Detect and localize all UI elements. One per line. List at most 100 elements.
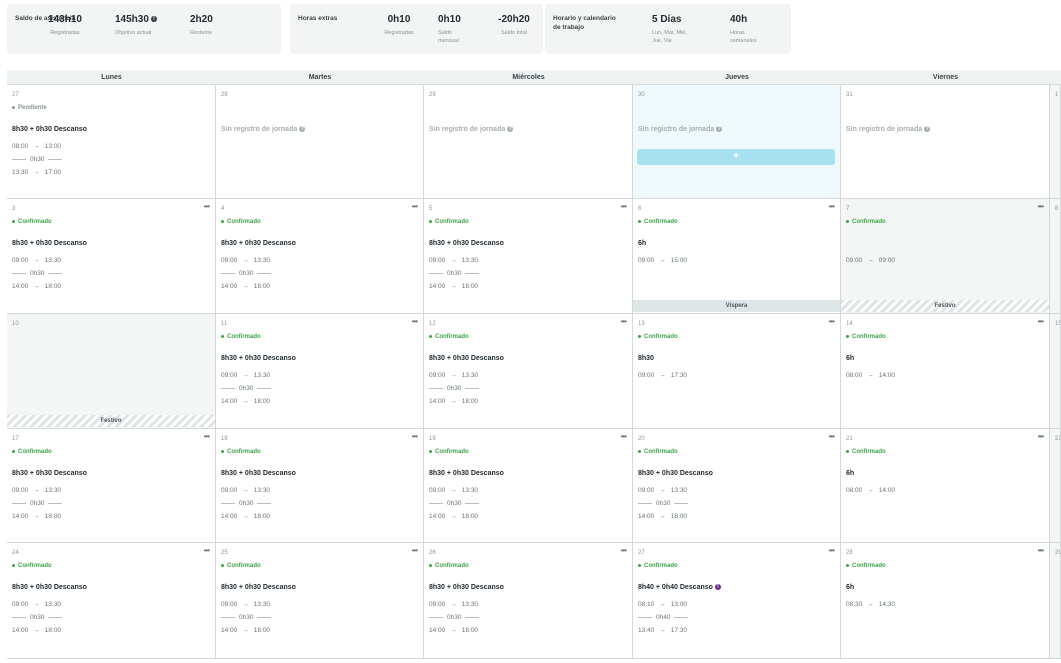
more-options-icon[interactable]: ••• xyxy=(621,546,627,555)
status-dot-icon xyxy=(429,219,432,223)
more-options-icon[interactable]: ••• xyxy=(829,317,835,326)
start-time: 14:00 xyxy=(12,513,29,520)
day-number: 15 xyxy=(1055,321,1060,327)
help-icon[interactable]: ? xyxy=(299,126,306,133)
status-dot-icon xyxy=(12,219,15,223)
day-cell[interactable]: 19 ••• Confirmado 8h30 + 0h30 Descanso 09:00… xyxy=(424,429,633,543)
day-cell[interactable]: 21 ••• Confirmado 6h 08:00 → 14:00 xyxy=(841,429,1050,543)
day-number: 10 xyxy=(12,321,19,327)
day-cell[interactable]: 11 ••• Confirmado 8h30 + 0h30 Descanso 09:00… xyxy=(216,314,424,429)
more-options-icon[interactable]: ••• xyxy=(412,432,418,441)
day-cell[interactable]: 8 xyxy=(1050,199,1061,314)
schedule-days-label: Lun, Mar, Mié, Jue, Vie xyxy=(652,30,687,44)
more-options-icon[interactable]: ••• xyxy=(412,546,418,555)
start-time: 14:00 xyxy=(12,283,29,290)
arrow-right-icon: → xyxy=(33,601,40,608)
day-cell[interactable]: 22 xyxy=(1050,429,1061,543)
more-options-icon[interactable]: ••• xyxy=(829,202,835,211)
day-cell[interactable]: 3 ••• Confirmado 8h30 + 0h30 Descanso 09:00 →… xyxy=(7,199,216,314)
end-time: 18:00 xyxy=(253,627,271,634)
status-badge: Confirmado xyxy=(429,449,469,455)
day-cell[interactable]: 10 Festivo xyxy=(7,314,216,429)
start-time: 08:00 xyxy=(846,487,863,494)
arrow-right-icon: → xyxy=(450,513,457,520)
shift-summary: 8h30 xyxy=(638,355,654,362)
day-cell[interactable]: 13 ••• Confirmado 8h30 09:00 → 17:30 xyxy=(633,314,841,429)
day-cell[interactable]: 1 xyxy=(1050,85,1061,199)
day-cell[interactable]: 29 xyxy=(1050,543,1061,659)
status-text: Confirmado xyxy=(852,219,886,225)
divider-line xyxy=(465,616,480,618)
extra-monthly-metric: 0h10 Saldo mensual xyxy=(438,14,472,45)
day-cell[interactable]: 29 Sin registro de jornada? xyxy=(424,85,633,199)
day-number: 26 xyxy=(429,550,436,556)
no-record-label: Sin registro de jornada? xyxy=(638,126,723,133)
day-cell[interactable]: 27 Pendiente 8h30 + 0h30 Descanso 08:00 → 13:… xyxy=(7,85,216,199)
add-entry-button[interactable]: + xyxy=(637,149,835,165)
status-text: Confirmado xyxy=(227,334,261,340)
day-cell[interactable]: 17 ••• Confirmado 8h30 + 0h30 Descanso 09:00… xyxy=(7,429,216,543)
schedule-days-metric: 5 Días Lun, Mar, Mié, Jue, Vie xyxy=(652,14,702,45)
help-icon[interactable]: ? xyxy=(507,126,514,133)
info-icon[interactable]: i xyxy=(150,16,157,23)
more-options-icon[interactable]: ••• xyxy=(621,202,627,211)
day-cell[interactable]: 5 ••• Confirmado 8h30 + 0h30 Descanso 09:00 →… xyxy=(424,199,633,314)
day-cell[interactable]: 25 ••• Confirmado 8h30 + 0h30 Descanso 09:00… xyxy=(216,543,424,659)
attendance-remaining-value: 2h20 xyxy=(190,14,213,25)
day-cell[interactable]: 24 ••• Confirmado 8h30 + 0h30 Descanso 09:00… xyxy=(7,543,216,659)
day-cell[interactable]: 18 ••• Confirmado 8h30 + 0h30 Descanso 09:00… xyxy=(216,429,424,543)
day-cell[interactable]: 4 ••• Confirmado 8h30 + 0h30 Descanso 09:00 →… xyxy=(216,199,424,314)
weekday-2: Miércoles xyxy=(512,74,545,81)
arrow-right-icon: → xyxy=(867,257,874,264)
more-options-icon[interactable]: ••• xyxy=(829,432,835,441)
day-cell[interactable]: 12 ••• Confirmado 8h30 + 0h30 Descanso 09:00… xyxy=(424,314,633,429)
more-options-icon[interactable]: ••• xyxy=(621,317,627,326)
break-row: 0h30 xyxy=(221,500,272,507)
more-options-icon[interactable]: ••• xyxy=(829,546,835,555)
day-cell[interactable]: 26 ••• Confirmado 8h30 + 0h30 Descanso 09:00… xyxy=(424,543,633,659)
help-icon[interactable]: ? xyxy=(716,126,723,133)
day-cell[interactable]: 28 Sin registro de jornada? xyxy=(216,85,424,199)
arrow-right-icon: → xyxy=(242,257,249,264)
status-dot-icon xyxy=(638,334,641,338)
day-number: 22 xyxy=(1055,436,1060,442)
start-time: 14:00 xyxy=(429,398,446,405)
schedule-weekly-metric: 40h Horas semanales xyxy=(730,14,770,45)
more-options-icon[interactable]: ••• xyxy=(1038,317,1044,326)
more-options-icon[interactable]: ••• xyxy=(204,546,210,555)
start-time: 09:00 xyxy=(638,372,655,379)
day-cell[interactable]: 27 ••• Confirmado 8h40 + 0h40 Descanso! 08:1… xyxy=(633,543,841,659)
day-cell[interactable]: 31 Sin registro de jornada? xyxy=(841,85,1050,199)
more-options-icon[interactable]: ••• xyxy=(412,202,418,211)
time-range: 08:00 → 13:00 xyxy=(12,143,61,150)
more-options-icon[interactable]: ••• xyxy=(1038,546,1044,555)
break-duration: 0h30 xyxy=(447,385,462,392)
day-cell[interactable]: 28 ••• Confirmado 6h 08:30 → 14:30 xyxy=(841,543,1050,659)
status-text: Confirmado xyxy=(227,563,261,569)
day-cell[interactable]: 7 ••• Confirmado 09:00 → 09:00 Festivo xyxy=(841,199,1050,314)
more-options-icon[interactable]: ••• xyxy=(621,432,627,441)
day-cell[interactable]: 20 ••• Confirmado 8h30 + 0h30 Descanso 09:00… xyxy=(633,429,841,543)
alert-icon[interactable]: ! xyxy=(714,584,721,591)
more-options-icon[interactable]: ••• xyxy=(204,202,210,211)
status-badge: Pendiente xyxy=(12,105,47,111)
end-time: 18:00 xyxy=(461,398,479,405)
shift-summary-text: 8h40 + 0h40 Descanso xyxy=(638,584,713,591)
shift-summary: 8h30 + 0h30 Descanso xyxy=(429,240,504,247)
more-options-icon[interactable]: ••• xyxy=(1038,202,1044,211)
day-cell[interactable]: 14 ••• Confirmado 6h 08:00 → 14:00 xyxy=(841,314,1050,429)
more-options-icon[interactable]: ••• xyxy=(412,317,418,326)
start-time: 09:00 xyxy=(429,372,446,379)
time-range: 14:00 → 18:00 xyxy=(429,398,478,405)
end-time: 18:00 xyxy=(44,513,62,520)
day-number: 19 xyxy=(429,436,436,442)
more-options-icon[interactable]: ••• xyxy=(204,432,210,441)
day-cell[interactable]: 15 xyxy=(1050,314,1061,429)
day-cell[interactable]: 6 ••• Confirmado 6h 09:00 → 15:00 Víspera xyxy=(633,199,841,314)
day-cell[interactable]: 30 Sin registro de jornada? + xyxy=(633,85,841,199)
more-options-icon[interactable]: ••• xyxy=(1038,432,1044,441)
status-text: Confirmado xyxy=(644,563,678,569)
arrow-right-icon: → xyxy=(242,513,249,520)
shift-summary-text: 8h30 + 0h30 Descanso xyxy=(12,584,87,591)
help-icon[interactable]: ? xyxy=(924,126,931,133)
